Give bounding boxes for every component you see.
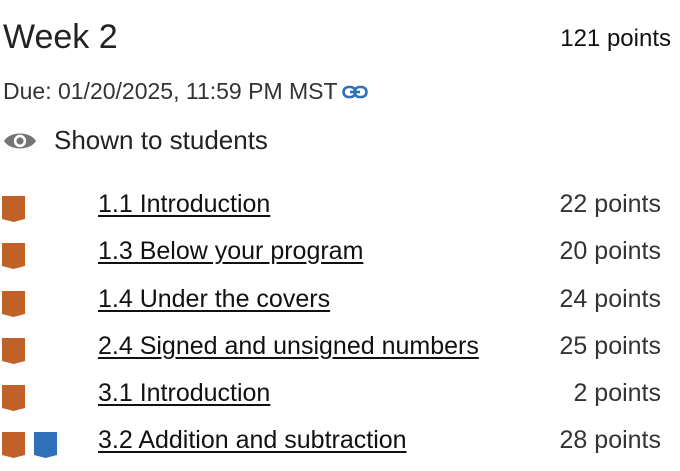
section-link[interactable]: 1.1 Introduction [98,190,270,219]
badge-group [2,196,25,222]
section-link[interactable]: 1.3 Below your program [98,237,363,266]
total-points: 121 points [560,25,671,52]
bookmark-orange-icon [2,196,25,222]
section-link[interactable]: 2.4 Signed and unsigned numbers [98,332,479,361]
bookmark-orange-icon [2,432,25,459]
badge-group [2,243,25,270]
list-item: 2.4 Signed and unsigned numbers 25 points [0,329,680,376]
list-item: 3.1 Introduction 2 points [0,376,680,423]
due-date-line: Due: 01/20/2025, 11:59 PM MST [3,78,368,105]
visibility-label: Shown to students [54,125,268,155]
page-title: Week 2 [3,18,118,56]
eye-icon [3,130,37,152]
bookmark-orange-icon [2,337,25,364]
link-icon[interactable] [341,85,368,99]
section-points: 24 points [559,284,661,313]
section-link[interactable]: 3.2 Addition and subtraction [98,426,407,455]
list-item: 1.4 Under the covers 24 points [0,282,680,329]
list-item: 3.2 Addition and subtraction 28 points [0,423,680,470]
badge-group [2,337,25,364]
list-item: 1.1 Introduction 22 points [0,187,680,234]
section-points: 25 points [559,331,661,360]
content-list: 1.1 Introduction 22 points 1.3 Below your … [0,187,680,471]
badge-group [2,385,25,412]
bookmark-blue-icon [34,432,57,459]
badge-group [2,290,25,317]
section-link[interactable]: 1.4 Under the covers [98,285,330,314]
bookmark-orange-icon [2,290,25,317]
section-points: 22 points [559,190,661,218]
bookmark-orange-icon [2,385,25,412]
list-item: 1.3 Below your program 20 points [0,234,680,281]
badge-group [2,432,57,459]
section-points: 2 points [573,379,661,408]
bookmark-orange-icon [2,243,25,270]
section-points: 28 points [559,426,661,455]
section-link[interactable]: 3.1 Introduction [98,379,270,408]
visibility-status: Shown to students [3,125,268,156]
section-points: 20 points [559,237,661,266]
due-date: Due: 01/20/2025, 11:59 PM MST [3,78,338,104]
